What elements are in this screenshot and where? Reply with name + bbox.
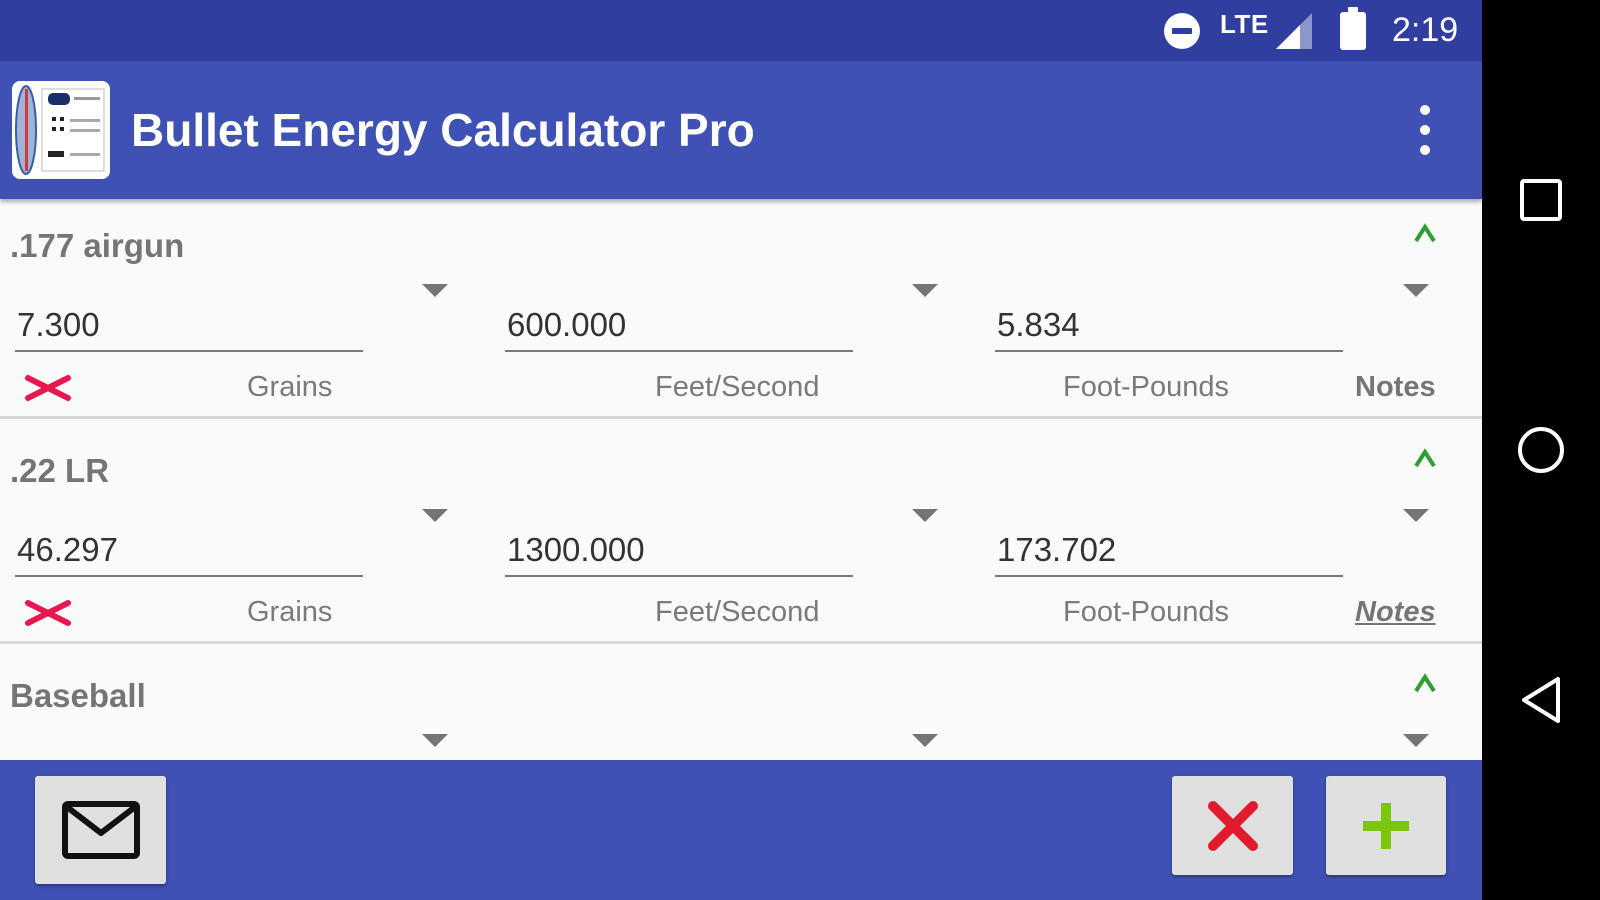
add-button[interactable] xyxy=(1326,776,1446,875)
velocity-value: 600.000 xyxy=(507,306,627,343)
clear-icon xyxy=(1207,800,1258,851)
notes-link[interactable]: Notes xyxy=(1355,371,1436,404)
battery-icon xyxy=(1340,0,1366,61)
do-not-disturb-icon xyxy=(1164,0,1200,61)
collapse-icon[interactable] xyxy=(1410,219,1440,249)
weight-unit-dropdown-icon[interactable] xyxy=(422,284,448,297)
weight-field[interactable]: 46.297 xyxy=(15,520,363,577)
status-bar: LTE 2:19 xyxy=(0,0,1482,61)
card-divider xyxy=(0,641,1482,644)
weight-value: 7.300 xyxy=(17,306,100,343)
bottom-action-bar xyxy=(0,760,1482,900)
energy-value: 173.702 xyxy=(997,531,1117,568)
more-vert-icon[interactable] xyxy=(1405,105,1445,155)
signal-icon xyxy=(1276,0,1312,61)
collapse-icon[interactable] xyxy=(1410,444,1440,474)
velocity-unit-label: Feet/Second xyxy=(655,371,820,403)
energy-field[interactable]: 173.702 xyxy=(995,520,1343,577)
velocity-unit-dropdown-icon[interactable] xyxy=(912,284,938,297)
energy-unit-dropdown-icon[interactable] xyxy=(1403,734,1429,747)
velocity-unit-label: Feet/Second xyxy=(655,596,820,628)
recents-button[interactable] xyxy=(1501,160,1581,240)
app-logo-icon xyxy=(12,81,110,179)
add-icon xyxy=(1363,802,1409,849)
velocity-field[interactable]: 600.000 xyxy=(505,295,853,352)
energy-unit-dropdown-icon[interactable] xyxy=(1403,284,1429,297)
weight-unit-label: Grains xyxy=(247,596,333,628)
energy-unit-label: Foot-Pounds xyxy=(1063,371,1230,403)
clear-button[interactable] xyxy=(1172,776,1293,875)
weight-field[interactable]: 7.300 xyxy=(15,295,363,352)
delete-row-icon[interactable] xyxy=(24,375,72,401)
email-icon xyxy=(61,801,140,859)
velocity-unit-dropdown-icon[interactable] xyxy=(912,734,938,747)
energy-unit-dropdown-icon[interactable] xyxy=(1403,509,1429,522)
calculation-list: .177 airgun 7.300 600.000 5.834 Grains F… xyxy=(0,199,1482,760)
velocity-value: 1300.000 xyxy=(507,531,645,568)
app-title: Bullet Energy Calculator Pro xyxy=(131,104,755,156)
calculation-card: .22 LR 46.297 1300.000 173.702 Grains Fe… xyxy=(0,424,1482,644)
velocity-field[interactable]: 1300.000 xyxy=(505,520,853,577)
calculation-card: Baseball xyxy=(0,649,1482,760)
status-time: 2:19 xyxy=(1392,11,1459,49)
recents-icon xyxy=(1520,179,1562,221)
home-icon xyxy=(1518,427,1564,473)
energy-value: 5.834 xyxy=(997,306,1080,343)
weight-unit-dropdown-icon[interactable] xyxy=(422,734,448,747)
energy-unit-label: Foot-Pounds xyxy=(1063,596,1230,628)
back-button[interactable] xyxy=(1501,660,1581,740)
card-title[interactable]: .177 airgun xyxy=(10,227,184,265)
weight-unit-label: Grains xyxy=(247,371,333,403)
collapse-icon[interactable] xyxy=(1410,669,1440,699)
calculation-card: .177 airgun 7.300 600.000 5.834 Grains F… xyxy=(0,199,1482,419)
card-title[interactable]: Baseball xyxy=(10,677,146,715)
weight-unit-dropdown-icon[interactable] xyxy=(422,509,448,522)
delete-row-icon[interactable] xyxy=(24,600,72,626)
notes-link[interactable]: Notes xyxy=(1355,596,1436,629)
back-icon xyxy=(1522,677,1560,723)
card-title[interactable]: .22 LR xyxy=(10,452,109,490)
home-button[interactable] xyxy=(1501,410,1581,490)
weight-value: 46.297 xyxy=(17,531,118,568)
network-type-label: LTE xyxy=(1220,8,1269,39)
energy-field[interactable]: 5.834 xyxy=(995,295,1343,352)
email-button[interactable] xyxy=(35,776,166,884)
velocity-unit-dropdown-icon[interactable] xyxy=(912,509,938,522)
card-divider xyxy=(0,416,1482,419)
system-navigation-bar xyxy=(1482,0,1600,900)
app-screen: LTE 2:19 Bullet Energy Calculator Pro .1… xyxy=(0,0,1482,900)
app-toolbar: Bullet Energy Calculator Pro xyxy=(0,61,1482,199)
